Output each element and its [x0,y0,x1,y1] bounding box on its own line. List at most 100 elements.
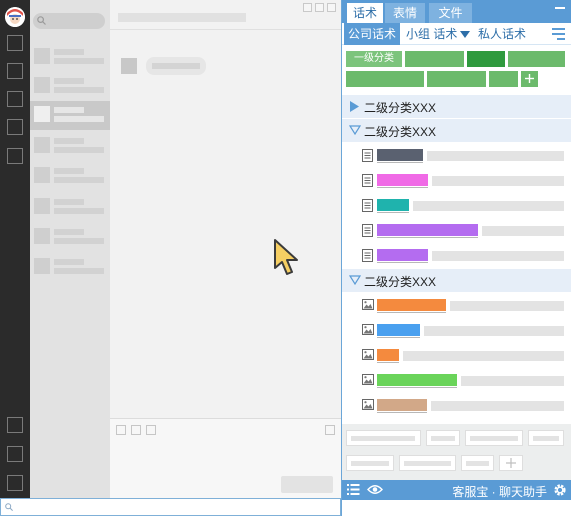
message-input-area[interactable] [110,418,341,498]
add-category-button[interactable] [521,71,538,87]
script-item[interactable] [342,318,571,343]
script-title-bar [377,199,409,213]
category-button[interactable] [346,71,424,87]
category-button[interactable] [508,51,565,67]
quick-reply-button[interactable] [399,455,456,471]
script-item[interactable] [342,343,571,368]
document-icon [362,149,373,165]
category-button[interactable] [489,71,518,87]
nav-button-2[interactable] [7,63,23,79]
mouse-pointer-icon [274,239,298,275]
nav-button-6[interactable] [7,417,23,433]
tab-scripts[interactable]: 话术 [347,3,383,23]
script-item[interactable] [342,218,571,243]
history-tool-icon[interactable] [325,425,335,435]
subcategory-title: 二级分类XXX [364,275,437,289]
subcategory-title: 二级分类XXX [364,125,437,139]
image-icon [362,324,374,338]
quick-reply-button[interactable] [528,430,564,446]
file-tool-icon[interactable] [146,425,156,435]
script-item[interactable] [342,393,571,418]
emoji-tool-icon[interactable] [116,425,126,435]
script-item[interactable] [342,143,571,168]
script-item[interactable] [342,368,571,393]
quick-reply-button[interactable] [461,455,494,471]
list-item[interactable] [30,253,110,282]
subcategory-header[interactable]: 二级分类XXX [342,95,571,118]
user-avatar[interactable] [5,7,25,27]
image-icon [362,374,374,388]
quick-reply-button[interactable] [465,430,523,446]
script-item[interactable] [342,243,571,268]
quick-reply-area [342,424,571,480]
script-preview-bar [424,326,564,336]
send-button[interactable] [281,476,333,493]
script-preview-bar [450,301,564,311]
script-title-bar [377,174,428,188]
subtab-team[interactable]: 小组 话术 [402,23,474,45]
list-item[interactable] [30,193,110,222]
nav-button-1[interactable] [7,35,23,51]
subcategory-header[interactable]: 二级分类XXX [342,119,571,142]
eye-icon[interactable] [367,483,383,496]
nav-button-3[interactable] [7,91,23,107]
document-icon [362,224,373,240]
menu-icon[interactable] [552,28,565,40]
list-item[interactable] [30,43,110,72]
list-item[interactable] [30,132,110,161]
list-item[interactable] [30,223,110,252]
category-button-selected[interactable] [467,51,505,67]
list-icon[interactable] [347,483,360,496]
subtab-private[interactable]: 私人话术 [474,23,530,45]
script-preview-bar [413,201,564,211]
tab-files[interactable]: 文件 [429,3,472,23]
image-tool-icon[interactable] [131,425,141,435]
list-item-selected[interactable] [30,101,110,130]
script-scope-tabs: 公司话术 小组 话术 私人话术 [342,23,571,45]
subtab-company[interactable]: 公司话术 [344,23,401,45]
tab-emoji[interactable]: 表情 [385,3,425,23]
script-item[interactable] [342,293,571,318]
chat-window [110,0,341,498]
quick-reply-button[interactable] [346,455,394,471]
nav-button-4[interactable] [7,119,23,135]
bottom-search-bar[interactable] [0,498,341,516]
document-icon [362,249,373,265]
add-quick-reply-button[interactable] [499,455,523,471]
nav-button-5[interactable] [7,148,23,164]
search-icon [37,16,46,25]
session-search-input[interactable] [33,13,105,29]
category-button[interactable] [427,71,486,87]
avatar-icon [5,7,25,27]
script-title-bar [377,249,428,263]
list-item[interactable] [30,162,110,191]
category-button-first[interactable]: 一级分类 [346,51,402,67]
minimize-button[interactable] [303,3,312,12]
close-button[interactable] [327,3,336,12]
subcategory-title: 二级分类XXX [364,101,437,115]
brand-label: 客服宝 · 聊天助手 [452,485,547,499]
maximize-button[interactable] [315,3,324,12]
image-icon [362,399,374,413]
script-item[interactable] [342,168,571,193]
quick-reply-button[interactable] [346,430,421,446]
minimize-icon[interactable] [555,7,565,9]
subcategory-header[interactable]: 二级分类XXX [342,269,571,292]
expand-triangle-icon [350,101,359,112]
script-title-bar [377,224,478,238]
gear-icon[interactable] [553,483,567,497]
nav-button-8[interactable] [7,475,23,491]
quick-reply-button[interactable] [426,430,460,446]
script-preview-bar [482,226,564,236]
plus-icon [506,458,516,468]
nav-button-7[interactable] [7,446,23,462]
chat-header [110,0,341,30]
script-assistant-panel: 话术 表情 文件 公司话术 小组 话术 私人话术 一级分类 二级分类XXX 二级… [341,0,571,516]
script-preview-bar [432,176,564,186]
search-icon [5,503,13,511]
session-list [30,0,110,498]
list-item[interactable] [30,72,110,101]
script-title-bar [377,149,423,163]
script-item[interactable] [342,193,571,218]
category-button[interactable] [405,51,464,67]
